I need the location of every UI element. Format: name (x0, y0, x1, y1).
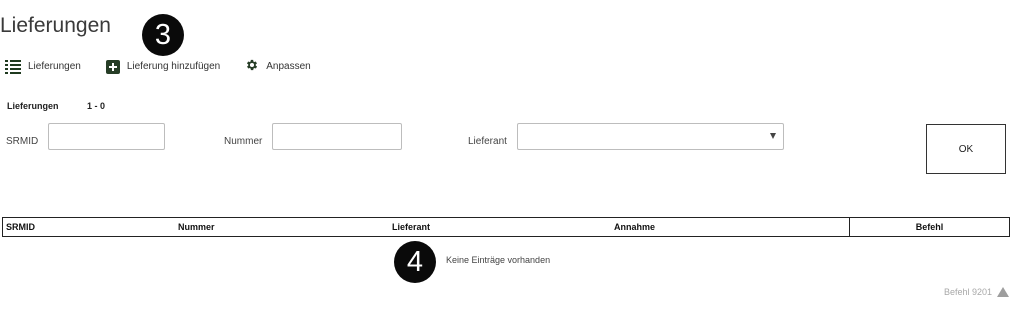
lieferant-label: Lieferant (468, 136, 507, 147)
nummer-label: Nummer (224, 136, 263, 147)
list-icon (5, 59, 21, 74)
plus-square-icon (105, 59, 120, 74)
nummer-input[interactable] (272, 123, 402, 150)
chevron-down-icon (770, 133, 776, 139)
callout-badge-3: 3 (142, 14, 184, 56)
command-code: Befehl 9201 (943, 287, 992, 297)
ok-button[interactable]: OK (926, 124, 1006, 174)
section-label: Lieferungen (7, 101, 59, 111)
toolbar-customize-label: Anpassen (266, 61, 311, 72)
toolbar-customize-link[interactable]: Anpassen (245, 58, 311, 75)
record-range: 1 - 0 (87, 101, 106, 111)
column-header-befehl: Befehl (849, 218, 1009, 236)
column-header-nummer[interactable]: Nummer (178, 222, 215, 232)
toolbar-list-link[interactable]: Lieferungen (5, 59, 81, 74)
toolbar: Lieferungen Lieferung hinzufügen Anpasse… (5, 58, 311, 75)
table-header: SRMID Nummer Lieferant Annahme Befehl (2, 217, 1010, 237)
column-header-annahme[interactable]: Annahme (614, 222, 655, 232)
srmid-label: SRMID (6, 136, 39, 147)
toolbar-add-delivery-link[interactable]: Lieferung hinzufügen (105, 59, 221, 74)
gear-icon (245, 58, 259, 75)
callout-badge-4: 4 (394, 241, 436, 283)
column-header-srmid[interactable]: SRMID (6, 222, 35, 232)
toolbar-add-label: Lieferung hinzufügen (126, 61, 221, 72)
page-title: Lieferungen (0, 14, 111, 37)
lieferant-select[interactable] (517, 123, 784, 150)
empty-table-message: Keine Einträge vorhanden (446, 255, 551, 265)
triangle-up-icon[interactable] (997, 287, 1009, 297)
column-header-lieferant[interactable]: Lieferant (392, 222, 430, 232)
toolbar-list-label: Lieferungen (28, 61, 81, 72)
srmid-input[interactable] (48, 123, 165, 150)
